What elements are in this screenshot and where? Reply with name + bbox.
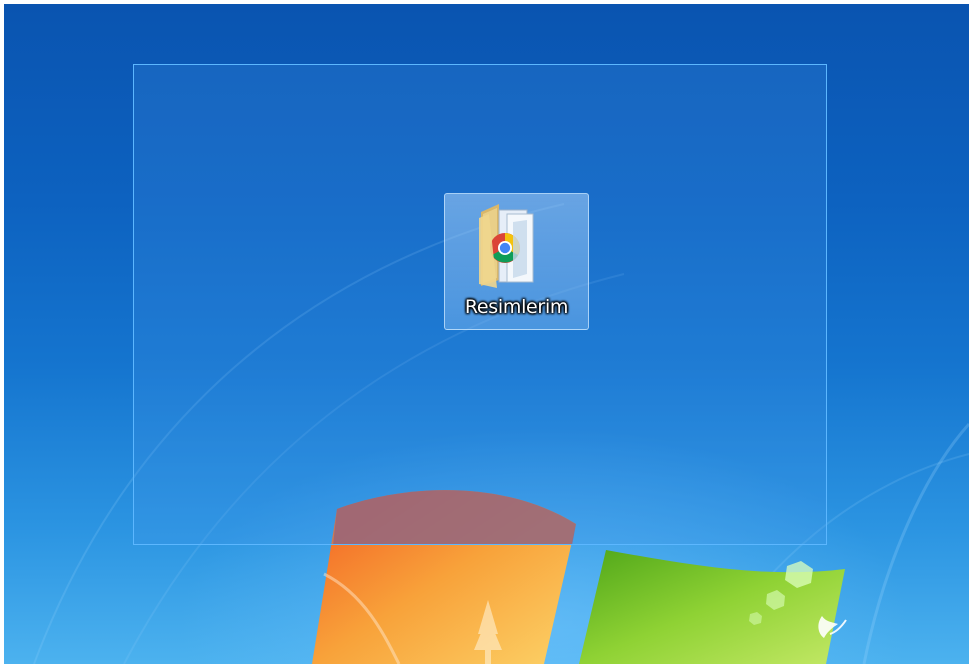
screen: Resimlerim: [0, 0, 969, 664]
desktop[interactable]: Resimlerim: [4, 4, 969, 664]
pictures-folder-icon: [479, 204, 534, 288]
desktop-icon-resimlerim[interactable]: Resimlerim: [444, 193, 589, 330]
desktop-icon-label: Resimlerim: [464, 296, 569, 318]
